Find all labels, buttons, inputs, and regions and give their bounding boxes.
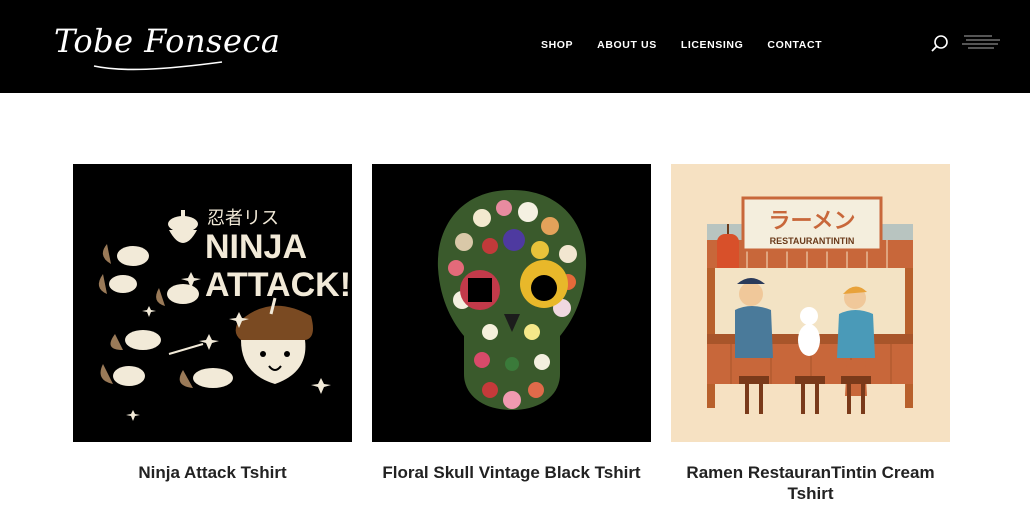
product-card[interactable]: ラーメン RESTAURANTINTIN Ramen RestauranTint…	[671, 164, 950, 504]
nav-contact[interactable]: CONTACT	[767, 39, 822, 51]
art-japanese-text: 忍者リス	[207, 208, 279, 229]
site-logo[interactable]: Tobe Fonseca	[54, 22, 280, 60]
ramen-restaurant-artwork: ラーメン RESTAURANTINTIN	[671, 164, 950, 442]
product-grid: 忍者リス NINJA ATTACK! Ninja Attack Tshirt F…	[73, 164, 950, 504]
art-sign-japanese: ラーメン	[768, 209, 855, 234]
nav-about-us[interactable]: ABOUT US	[597, 39, 657, 51]
nav-licensing[interactable]: LICENSING	[681, 39, 744, 51]
floral-skull-artwork	[372, 164, 651, 442]
product-title[interactable]: Ramen RestauranTintin Cream Tshirt	[671, 462, 950, 504]
product-title[interactable]: Floral Skull Vintage Black Tshirt	[372, 462, 651, 483]
site-header: Tobe Fonseca SHOP ABOUT US LICENSING CON…	[0, 0, 1030, 93]
product-image[interactable]	[372, 164, 651, 442]
art-sign-text: RESTAURANTINTIN	[770, 236, 855, 246]
nav-shop[interactable]: SHOP	[541, 39, 573, 51]
search-icon[interactable]	[930, 34, 950, 54]
product-card[interactable]: Floral Skull Vintage Black Tshirt	[372, 164, 651, 504]
product-title[interactable]: Ninja Attack Tshirt	[73, 462, 352, 483]
product-image[interactable]: ラーメン RESTAURANTINTIN	[671, 164, 950, 442]
art-title-line1: NINJA	[205, 228, 307, 266]
product-card[interactable]: 忍者リス NINJA ATTACK! Ninja Attack Tshirt	[73, 164, 352, 504]
menu-icon[interactable]	[962, 34, 1002, 52]
logo-swash	[93, 61, 223, 71]
art-title-line2: ATTACK!	[205, 266, 351, 304]
ninja-attack-artwork: 忍者リス NINJA ATTACK!	[73, 164, 352, 442]
main-nav: SHOP ABOUT US LICENSING CONTACT	[541, 39, 822, 51]
product-image[interactable]: 忍者リス NINJA ATTACK!	[73, 164, 352, 442]
